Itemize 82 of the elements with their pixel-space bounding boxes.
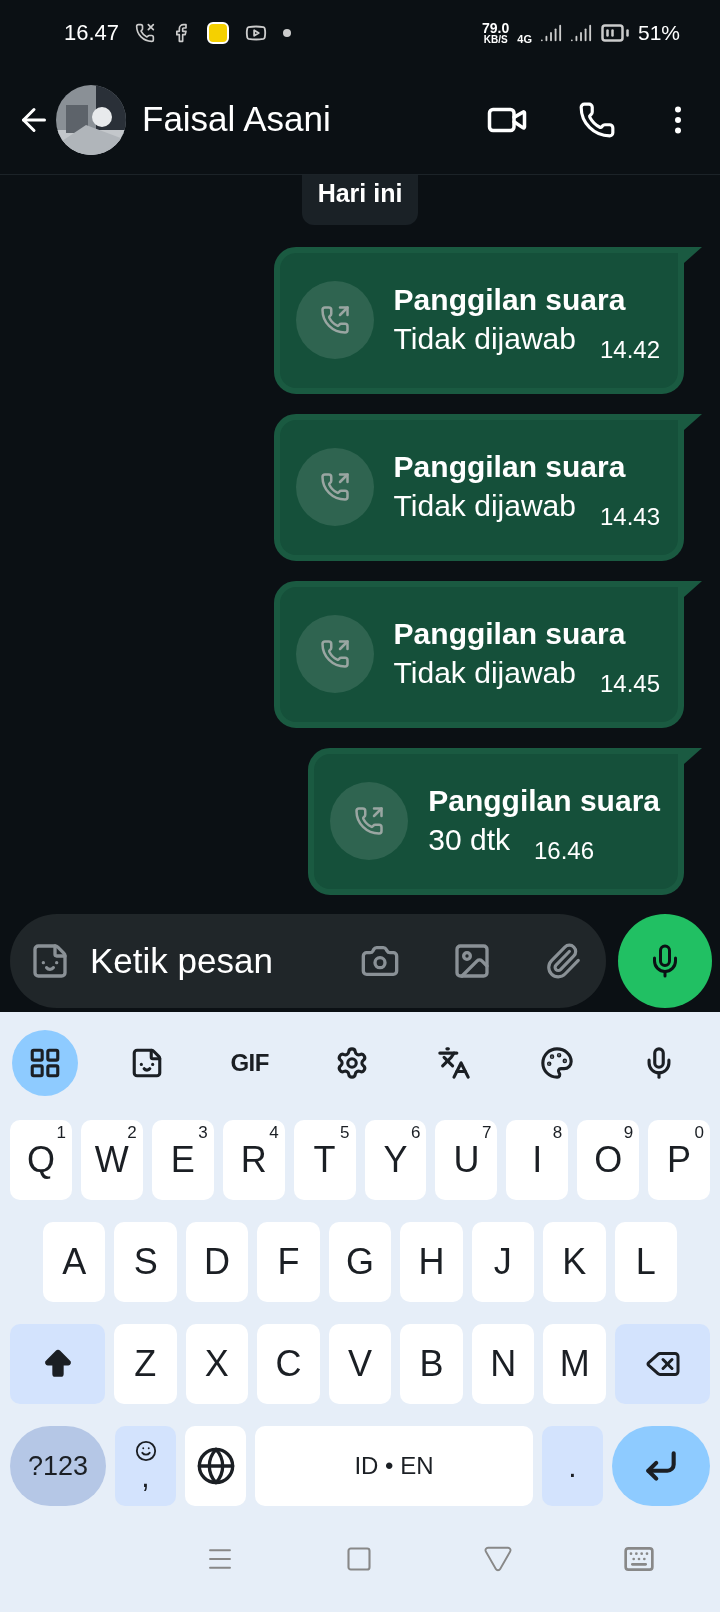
letter-key[interactable]: F [257, 1222, 320, 1302]
letter-key[interactable]: B [400, 1324, 463, 1404]
call-title: Panggilan suara [393, 616, 627, 652]
key-hint: 4 [269, 1124, 279, 1141]
letter-key[interactable]: I 8 [506, 1120, 569, 1200]
space-key[interactable]: ID • EN [255, 1426, 533, 1506]
message-field[interactable]: Ketik pesan [10, 914, 606, 1008]
call-status: Tidak dijawab [393, 321, 576, 357]
message-time: 16.46 [534, 836, 595, 866]
comma-label: , [141, 1462, 150, 1492]
key-hint: 9 [623, 1124, 634, 1141]
symbols-key[interactable]: ?123 [10, 1426, 106, 1506]
attach-icon[interactable] [544, 942, 582, 980]
bubble-tail [684, 246, 702, 263]
letter-key[interactable]: W 2 [80, 1120, 143, 1200]
gallery-icon[interactable] [452, 941, 492, 981]
letter-key[interactable]: S [114, 1222, 177, 1302]
call-status: Tidak dijawab [393, 655, 576, 691]
letter-key[interactable]: P 0 [648, 1120, 711, 1200]
call-title: Panggilan suara [393, 282, 627, 318]
bubble-tail [684, 747, 702, 764]
letter-key[interactable]: L [614, 1222, 677, 1302]
letter-key[interactable]: U 7 [435, 1120, 498, 1200]
call-status: Tidak dijawab [393, 488, 576, 524]
period-key[interactable]: . [542, 1426, 603, 1506]
home-icon[interactable] [345, 1545, 373, 1573]
message-time: 14.43 [599, 502, 660, 532]
letter-key[interactable]: Y 6 [364, 1120, 427, 1200]
bubble-tail [684, 580, 702, 597]
call-bubble[interactable]: Panggilan suara 30 dtk 16.46 [308, 747, 684, 895]
key-hint: 2 [127, 1124, 137, 1141]
letter-key[interactable]: R 4 [222, 1120, 285, 1200]
key-hint: 1 [56, 1124, 66, 1141]
letter-key[interactable]: D [185, 1222, 249, 1302]
call-title: Panggilan suara [393, 449, 627, 485]
speed-unit: KB/S [483, 34, 508, 45]
backspace-key[interactable] [615, 1324, 711, 1404]
gif-button[interactable]: GIF [216, 1030, 283, 1096]
globe-icon [195, 1446, 236, 1486]
app-icon [207, 21, 230, 44]
letter-key[interactable]: E 3 [151, 1120, 214, 1200]
letter-key[interactable]: A [43, 1222, 106, 1302]
battery-level: 51% [637, 19, 680, 46]
key-hint: 5 [340, 1124, 350, 1141]
voice-call-icon[interactable] [578, 100, 616, 139]
message-time: 14.42 [599, 335, 660, 365]
globe-key[interactable] [185, 1426, 246, 1506]
key-hint: 7 [481, 1124, 492, 1141]
key-hint: 0 [694, 1124, 705, 1141]
call-bubble[interactable]: Panggilan suara Tidak dijawab 14.45 [273, 580, 684, 728]
letter-key[interactable]: K [543, 1222, 606, 1302]
key-hint: 3 [198, 1124, 208, 1141]
network-type: 4G [517, 31, 532, 47]
status-time: 16.47 [64, 19, 120, 47]
letter-key[interactable]: V [328, 1324, 392, 1404]
call-bubble[interactable]: Panggilan suara Tidak dijawab 14.42 [273, 246, 684, 394]
shift-key[interactable] [10, 1324, 105, 1404]
letter-key[interactable]: C [257, 1324, 320, 1404]
call-status: 30 dtk [428, 822, 510, 858]
network-speed: 79.0 [482, 20, 510, 35]
letter-key[interactable]: O 9 [577, 1120, 640, 1200]
date-chip: Hari ini [301, 175, 419, 225]
comma-key[interactable]: , [115, 1426, 176, 1506]
missed-call-icon [135, 22, 156, 43]
letter-key[interactable]: M [543, 1324, 607, 1404]
call-bubble[interactable]: Panggilan suara Tidak dijawab 14.43 [273, 413, 684, 561]
letter-key[interactable]: N [471, 1324, 535, 1404]
letter-key[interactable]: J [471, 1222, 535, 1302]
emoji-icon [134, 1440, 157, 1462]
call-title: Panggilan suara [428, 783, 660, 819]
letter-key[interactable]: H [400, 1222, 463, 1302]
message-input[interactable]: Ketik pesan [90, 934, 330, 988]
letter-key[interactable]: G [328, 1222, 392, 1302]
letter-key[interactable]: Z [114, 1324, 177, 1404]
contact-name[interactable]: Faisal Asani [142, 93, 486, 146]
letter-key[interactable]: T 5 [293, 1120, 356, 1200]
key-hint: 6 [410, 1124, 421, 1141]
key-hint: 8 [552, 1124, 563, 1141]
letter-key[interactable]: X [185, 1324, 249, 1404]
message-time: 14.45 [599, 669, 660, 699]
letter-key[interactable]: Q 1 [10, 1120, 72, 1200]
bubble-tail [684, 413, 702, 430]
